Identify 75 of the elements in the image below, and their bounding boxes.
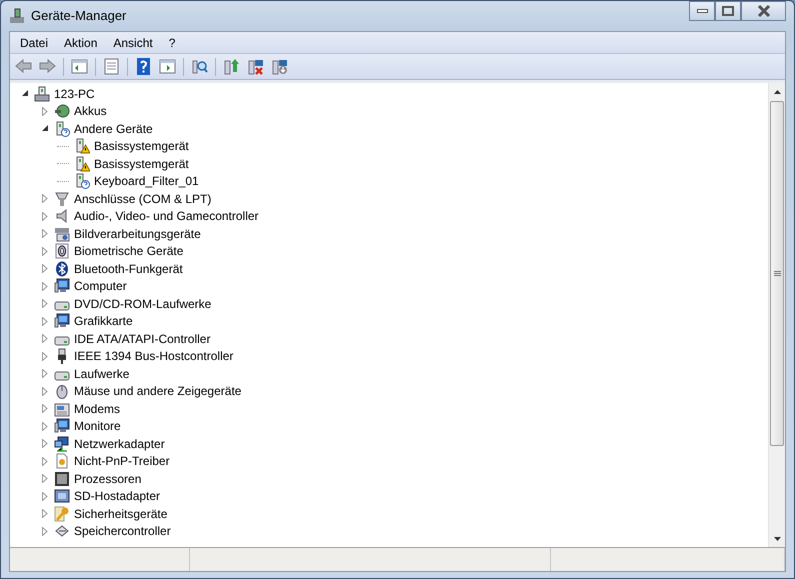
storage-icon — [54, 523, 70, 540]
tree-item[interactable]: Netzwerkadapter — [73, 436, 166, 452]
tree-item[interactable]: Bluetooth-Funkgerät — [73, 260, 184, 277]
tree-item[interactable]: Speichercontroller — [73, 523, 172, 540]
tree-item[interactable]: Laufwerke — [73, 366, 130, 382]
port-icon — [54, 190, 70, 207]
unknown-device-icon — [74, 173, 90, 190]
menu-item[interactable]: Ansicht — [105, 32, 161, 52]
window-title: Geräte-Manager — [31, 7, 126, 26]
tree-item[interactable]: Basissystemgerät — [93, 138, 190, 154]
unknown-device-icon — [54, 120, 70, 137]
tree-item[interactable]: DVD/CD-ROM-Laufwerke — [73, 296, 212, 312]
help-icon — [134, 57, 153, 76]
up-arrow-icon — [774, 90, 780, 94]
forward-arrow-icon — [38, 57, 57, 76]
down-arrow-icon — [774, 536, 780, 540]
bluetooth-icon — [54, 260, 70, 277]
tree-item[interactable]: Andere Geräte — [73, 120, 154, 137]
tree-item[interactable]: Biometrische Geräte — [73, 243, 184, 260]
disable-device-icon — [270, 57, 289, 76]
uninstall-icon — [246, 57, 265, 76]
monitor-icon — [54, 418, 70, 434]
tree-item[interactable]: SD-Hostadapter — [73, 488, 162, 504]
properties-icon — [102, 57, 121, 76]
warning-device-icon — [74, 138, 90, 154]
collapse-arrow-icon — [42, 125, 48, 132]
maximize-icon — [722, 6, 734, 16]
device-manager-icon — [9, 8, 25, 24]
tree-item[interactable]: 123-PC — [53, 86, 96, 102]
menu-item[interactable]: Datei — [12, 32, 56, 52]
minimize-icon — [696, 9, 708, 13]
update-driver-icon — [222, 57, 241, 76]
document-icon — [54, 453, 70, 470]
card-icon — [54, 488, 70, 504]
menu-item[interactable]: ? — [160, 32, 184, 52]
tree-item[interactable]: Computer — [73, 278, 128, 294]
modem-icon — [54, 400, 70, 417]
collapse-arrow-icon — [22, 90, 28, 98]
tree-item[interactable]: IDE ATA/ATAPI-Controller — [73, 330, 212, 347]
tree-item[interactable]: Audio-, Video- und Gamecontroller — [73, 208, 260, 224]
close-button[interactable] — [741, 1, 786, 21]
tree-item[interactable]: Sicherheitsgeräte — [73, 506, 168, 522]
computer-icon — [34, 86, 50, 102]
tree-item[interactable]: Mäuse und andere Zeigegeräte — [73, 383, 242, 400]
tree-item[interactable]: Modems — [73, 400, 122, 417]
tree-item[interactable]: Grafikkarte — [73, 313, 134, 330]
warning-device-icon — [74, 156, 90, 172]
tree-item[interactable]: Akkus — [73, 103, 108, 120]
back-arrow-icon — [14, 57, 33, 76]
maximize-button[interactable] — [715, 1, 741, 21]
fingerprint-icon — [54, 243, 70, 260]
expand-arrow-icon — [42, 106, 48, 116]
monitor-icon — [54, 278, 70, 294]
key-icon — [54, 506, 70, 522]
mouse-icon — [54, 383, 70, 400]
chip-icon — [54, 470, 70, 487]
console-tree-icon — [70, 57, 89, 76]
monitor-icon — [54, 313, 70, 330]
tree-item[interactable]: Monitore — [73, 418, 122, 434]
close-icon — [758, 5, 770, 17]
tree-item[interactable]: Anschlüsse (COM & LPT) — [73, 190, 212, 207]
tree-item[interactable]: Basissystemgerät — [93, 156, 190, 172]
tree-item[interactable]: IEEE 1394 Bus-Hostcontroller — [73, 348, 234, 364]
tree-item[interactable]: Keyboard_Filter_01 — [93, 173, 200, 190]
battery-plug-icon — [54, 103, 70, 120]
scroll-thumb[interactable] — [770, 101, 784, 446]
minimize-button[interactable] — [689, 1, 715, 21]
tree-item[interactable]: Bildverarbeitungsgeräte — [73, 226, 202, 242]
tree-item[interactable]: Prozessoren — [73, 470, 142, 487]
camera-icon — [54, 226, 70, 242]
menu-item[interactable]: Aktion — [56, 32, 106, 52]
action-pane-icon — [158, 57, 177, 76]
tree-item[interactable]: Nicht-PnP-Treiber — [73, 453, 171, 470]
grip-icon — [774, 270, 780, 276]
network-icon — [54, 436, 70, 452]
